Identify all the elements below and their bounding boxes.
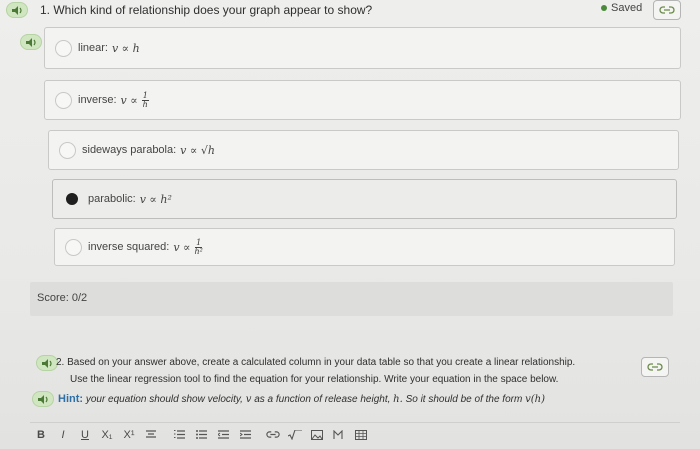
indent-icon[interactable]	[234, 425, 256, 445]
link-icon[interactable]	[262, 425, 284, 445]
question-2-number: 2.	[56, 357, 65, 368]
media-icon[interactable]	[328, 425, 350, 445]
choice-sideways-parabola[interactable]: sideways parabola: v ∝ √h	[48, 130, 679, 170]
link-icon	[659, 6, 675, 14]
frac-den: h²	[194, 246, 203, 256]
choice-expr: v ∝ h²	[139, 192, 172, 206]
hint-v: v	[245, 394, 252, 405]
question-2-line-1: 2. Based on your answer above, create a …	[56, 357, 626, 368]
choice-label: inverse squared:	[88, 241, 170, 253]
fraction: 1 h	[141, 91, 149, 109]
underline-button[interactable]: U	[74, 425, 96, 445]
ordered-list-icon[interactable]	[168, 425, 190, 445]
choice-inverse-squared[interactable]: inverse squared: v ∝ 1 h²	[54, 228, 675, 266]
frac-den: h	[142, 99, 148, 109]
choice-expr: v ∝	[173, 240, 191, 254]
question-2-speaker-icon[interactable]	[36, 355, 58, 371]
question-2-link-button[interactable]	[641, 357, 669, 377]
score-label: Score:	[37, 292, 69, 304]
choice-expr: v ∝	[120, 93, 138, 107]
choice-label: parabolic:	[88, 193, 136, 205]
choice-expr: v ∝ h	[111, 41, 140, 55]
italic-button[interactable]: I	[52, 425, 74, 445]
hint-text: your equation should show velocity,	[85, 394, 243, 405]
saved-dot-icon	[601, 5, 607, 11]
choice-inverse[interactable]: inverse: v ∝ 1 h	[44, 80, 681, 120]
score-panel: Score: 0/2	[30, 282, 673, 316]
saved-label: Saved	[611, 2, 643, 14]
question-number: 1.	[40, 3, 51, 17]
question-1-title: 1. Which kind of relationship does your …	[40, 3, 372, 17]
bold-button[interactable]: B	[30, 425, 52, 445]
question-text: Which kind of relationship does your gra…	[53, 3, 373, 17]
align-icon[interactable]	[140, 425, 162, 445]
table-icon[interactable]	[350, 425, 372, 445]
score-value: 0/2	[71, 292, 88, 304]
bullet-list-icon[interactable]	[190, 425, 212, 445]
image-icon[interactable]	[306, 425, 328, 445]
radio-icon[interactable]	[55, 39, 72, 57]
choice-label: inverse:	[78, 94, 117, 106]
choice-parabolic[interactable]: parabolic: v ∝ h²	[52, 179, 677, 219]
saved-status: Saved	[601, 2, 642, 14]
choice-label: sideways parabola:	[82, 144, 177, 156]
choice-label: linear:	[78, 42, 108, 54]
choice-expr: v ∝ √h	[180, 143, 215, 157]
sqrt-icon[interactable]	[284, 425, 306, 445]
speaker-icon[interactable]	[6, 2, 28, 18]
hint-form: v(h)	[525, 394, 545, 405]
choices-speaker-icon[interactable]	[20, 34, 42, 50]
superscript-button[interactable]: X¹	[118, 425, 140, 445]
outdent-icon[interactable]	[212, 425, 234, 445]
hint-line: Hint: your equation should show velocity…	[58, 393, 545, 405]
hint-speaker-icon[interactable]	[32, 391, 54, 407]
editor-toolbar: B I U X₁ X¹	[30, 422, 680, 446]
hint-end: So it should be of the form	[405, 394, 523, 405]
hint-mid: as a function of release height,	[254, 394, 391, 405]
score-text: Score: 0/2	[37, 292, 87, 304]
hint-h: h.	[393, 394, 403, 405]
radio-icon[interactable]	[59, 141, 76, 159]
question-2-text-1: Based on your answer above, create a cal…	[67, 357, 576, 368]
question-2-line-2: Use the linear regression tool to find t…	[70, 374, 559, 385]
radio-selected-icon[interactable]	[66, 193, 78, 205]
radio-icon[interactable]	[65, 238, 82, 256]
subscript-button[interactable]: X₁	[96, 425, 118, 445]
fraction: 1 h²	[194, 238, 203, 256]
hint-label: Hint:	[58, 393, 84, 405]
link-icon	[647, 363, 663, 371]
choice-linear[interactable]: linear: v ∝ h	[44, 27, 681, 69]
link-button[interactable]	[653, 0, 681, 20]
page: 1. Which kind of relationship does your …	[0, 0, 700, 449]
radio-icon[interactable]	[55, 91, 72, 109]
